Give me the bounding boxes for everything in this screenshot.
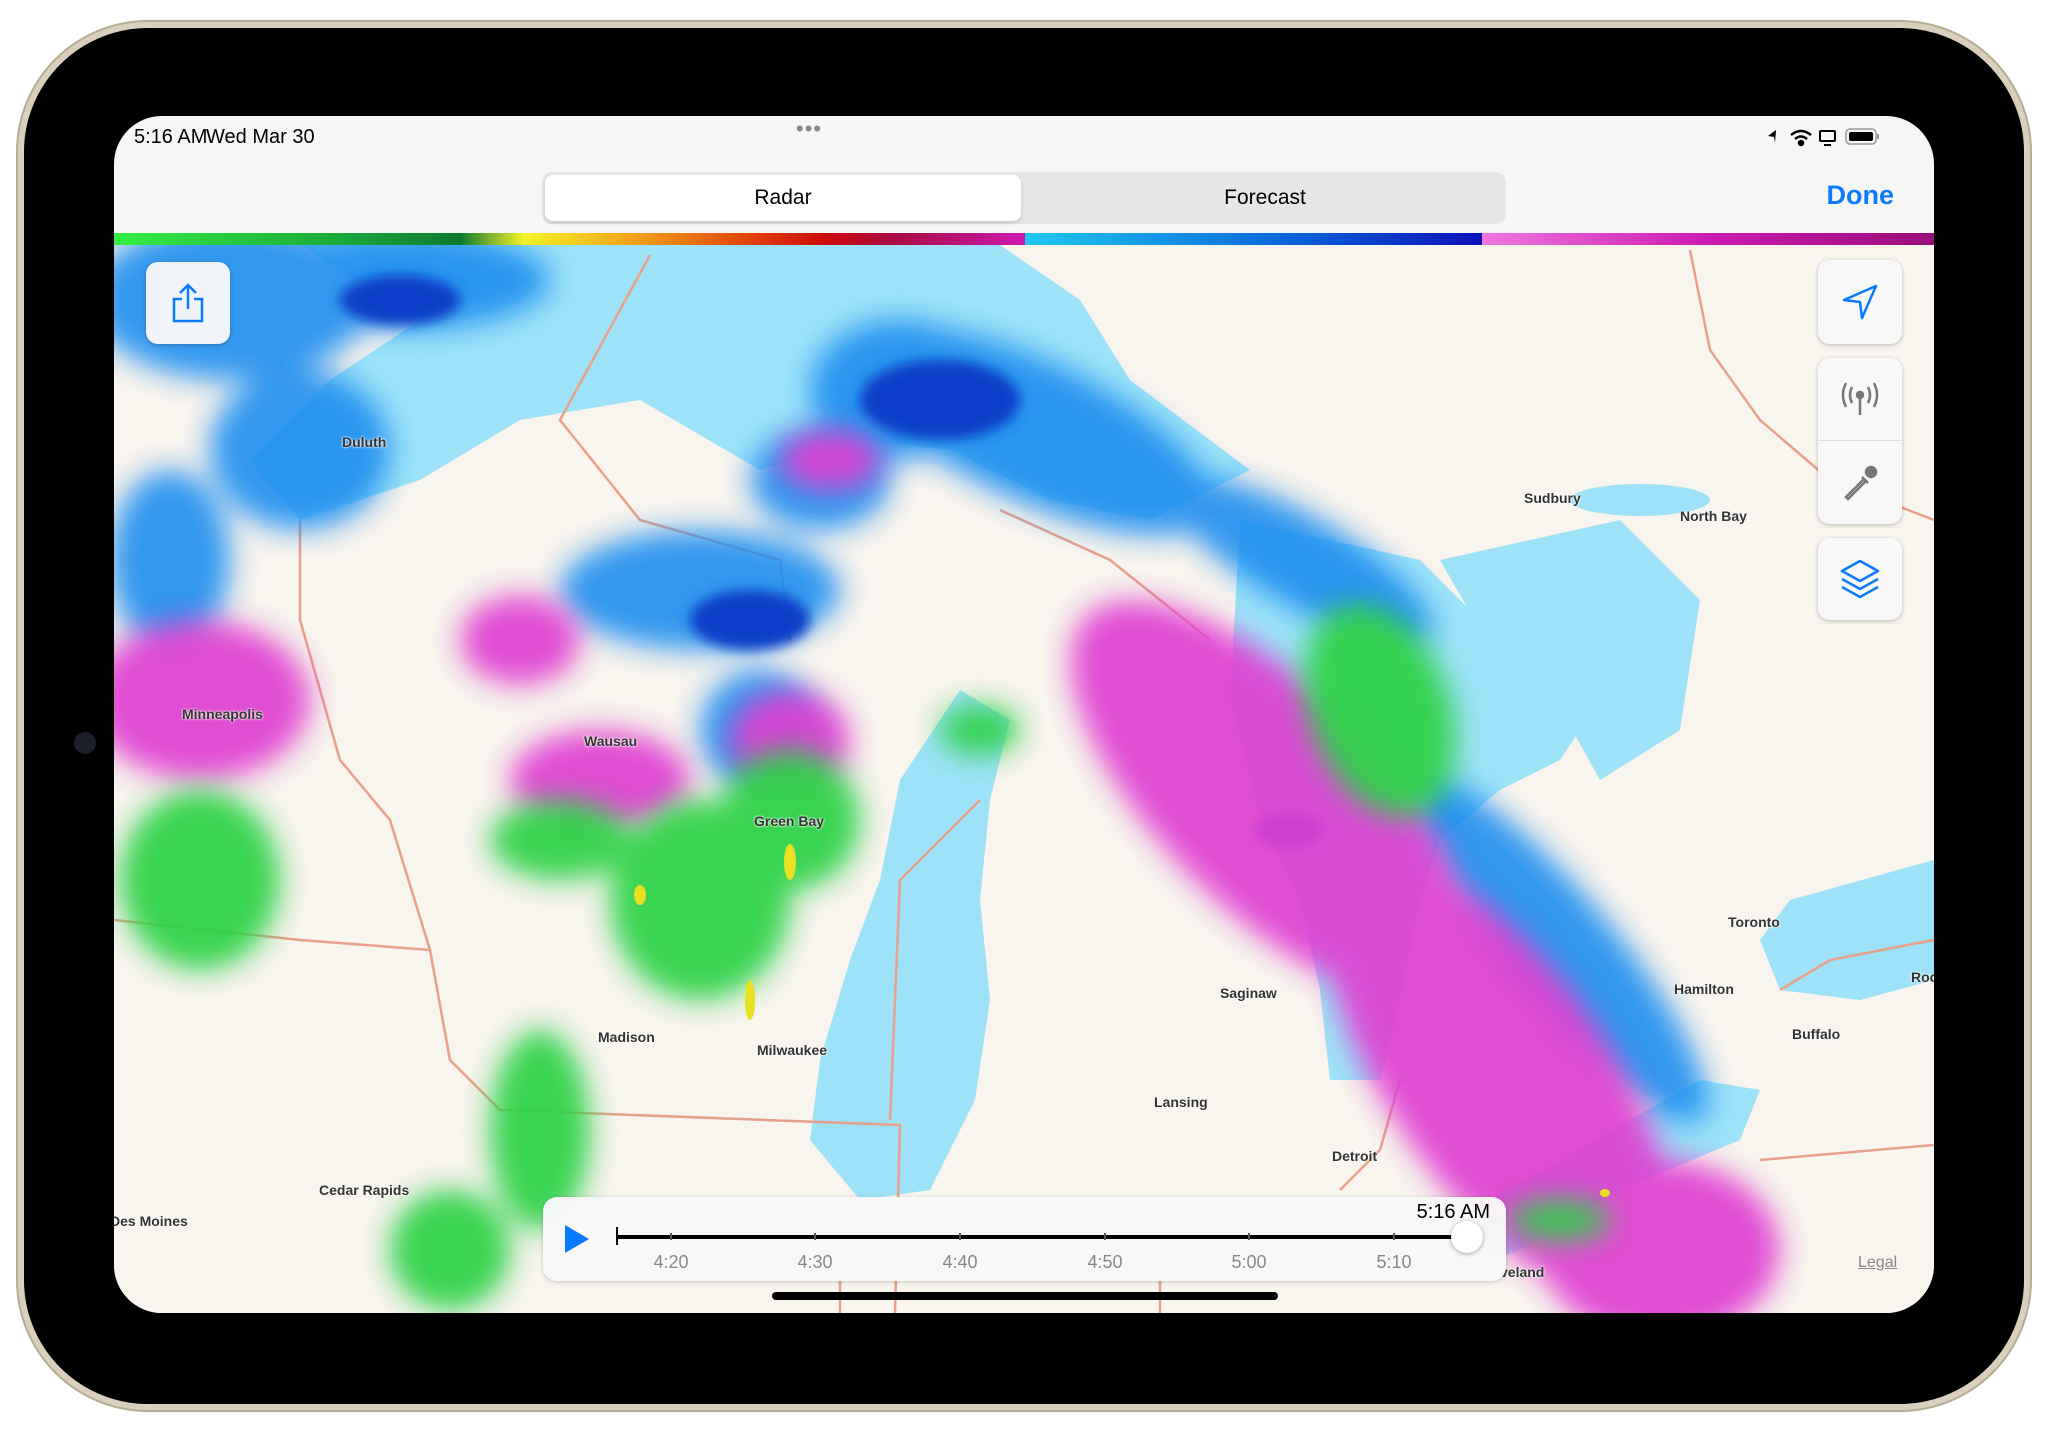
city-label: Hamilton (1674, 981, 1734, 997)
location-arrow-icon (1842, 284, 1878, 320)
city-label: Cedar Rapids (319, 1182, 410, 1198)
tick-label: 4:50 (1087, 1252, 1123, 1272)
lake-ontario (1760, 860, 1934, 1000)
screen-mirroring-icon (1819, 130, 1836, 146)
city-label: Minneapolis (182, 706, 263, 722)
share-icon (172, 283, 204, 323)
radar-map[interactable] (114, 245, 1934, 1313)
location-arrow-icon (1768, 130, 1776, 143)
legend-mix (1482, 233, 1934, 245)
layers-button[interactable] (1818, 538, 1902, 620)
done-button[interactable]: Done (1827, 180, 1895, 211)
timeline-track[interactable] (617, 1235, 1467, 1239)
timeline-start-mark (616, 1227, 618, 1245)
tick-label: 4:30 (797, 1252, 833, 1272)
map-tools-group (1818, 358, 1902, 524)
city-label: Toronto (1728, 914, 1780, 930)
status-date: Wed Mar 30 (206, 126, 315, 148)
timeline-scrubber: 5:16 AM 4:20 4:30 4:40 4:50 5:00 5:10 (543, 1197, 1506, 1281)
city-label: Duluth (342, 434, 387, 450)
city-label: Buffalo (1792, 1026, 1841, 1042)
radar-station-button[interactable] (1818, 358, 1902, 441)
front-camera (74, 732, 96, 754)
wifi-icon (1790, 129, 1812, 147)
map-canvas (114, 245, 1934, 1313)
battery-icon (1845, 128, 1879, 145)
home-indicator[interactable] (772, 1292, 1278, 1300)
city-label: Wausau (584, 733, 638, 749)
city-label: Milwaukee (757, 1042, 828, 1058)
locate-me-button[interactable] (1818, 260, 1902, 344)
screen: 5:16 AM Wed Mar 30 ••• Radar Forecast Do… (114, 116, 1934, 1313)
precipitation-legend-bar (114, 233, 1934, 245)
antenna-icon (1841, 382, 1879, 415)
status-icons (1768, 128, 1879, 147)
tab-radar[interactable]: Radar (542, 172, 1024, 224)
share-button[interactable] (146, 262, 230, 344)
city-label: Des Moines (114, 1213, 188, 1229)
eyedropper-button[interactable] (1818, 441, 1902, 524)
city-label: Madison (598, 1029, 655, 1045)
radar-forecast-segmented-control: Radar Forecast (542, 172, 1506, 224)
city-label: North Bay (1680, 508, 1747, 524)
tick-label: 4:40 (942, 1252, 978, 1272)
city-label: Green Bay (754, 813, 825, 829)
play-button[interactable] (563, 1223, 591, 1255)
legend-rain (114, 233, 1025, 245)
current-time-label: 5:16 AM (1416, 1201, 1490, 1223)
city-label: Lansing (1154, 1094, 1208, 1110)
city-label: veland (1500, 1264, 1545, 1280)
city-label: Sudbury (1524, 490, 1581, 506)
city-label: Roc (1911, 969, 1934, 985)
tick-label: 4:20 (653, 1252, 689, 1272)
layers-icon (1840, 559, 1880, 599)
legend-snow (1025, 233, 1482, 245)
tick-label: 5:10 (1376, 1252, 1412, 1272)
eyedropper-icon (1844, 465, 1878, 501)
status-time: 5:16 AM (134, 126, 208, 148)
tab-forecast[interactable]: Forecast (1024, 172, 1506, 224)
city-label: Detroit (1332, 1148, 1378, 1164)
city-label: Saginaw (1220, 985, 1277, 1001)
timeline-thumb[interactable] (1451, 1221, 1483, 1253)
multitasking-dots[interactable]: ••• (796, 116, 822, 142)
legal-link[interactable]: Legal (1858, 1254, 1897, 1272)
play-icon (565, 1225, 589, 1253)
tick-label: 5:00 (1231, 1252, 1267, 1272)
